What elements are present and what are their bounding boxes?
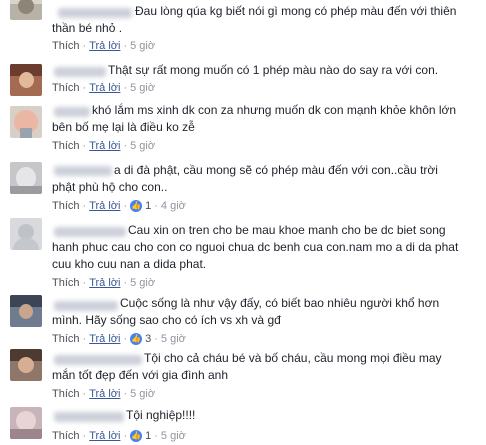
separator-dot: · — [123, 140, 128, 152]
separator-dot: · — [82, 200, 87, 212]
avatar[interactable] — [10, 295, 42, 327]
avatar[interactable] — [10, 106, 42, 138]
thumbs-up-icon: 👍 — [130, 200, 143, 212]
avatar[interactable] — [10, 349, 42, 381]
separator-dot: · — [82, 40, 87, 52]
separator-dot: · — [82, 430, 87, 442]
reply-link[interactable]: Trả lời — [89, 331, 120, 347]
like-link[interactable]: Thích — [52, 80, 80, 96]
comment-text: Tội nghiệp!!!! — [126, 408, 196, 422]
like-link[interactable]: Thích — [52, 386, 80, 402]
reply-link[interactable]: Trả lời — [89, 386, 120, 402]
like-link[interactable]: Thích — [52, 38, 80, 54]
separator-dot: · — [123, 40, 128, 52]
like-link[interactable]: Thích — [52, 275, 80, 291]
comment-actions: Thích · Trả lời · 5 giờ — [52, 138, 155, 154]
comment-time[interactable]: 5 giờ — [161, 428, 186, 444]
separator-dot: · — [82, 82, 87, 94]
like-link[interactable]: Thích — [52, 138, 80, 154]
thumbs-up-icon: 👍 — [130, 333, 143, 345]
avatar[interactable] — [10, 218, 42, 250]
comment-time[interactable]: 5 giờ — [130, 138, 155, 154]
reply-link[interactable]: Trả lời — [89, 198, 120, 214]
separator-dot: · — [123, 277, 128, 289]
comment-text: Thật sự rất mong muốn có 1 phép màu nào … — [108, 63, 439, 77]
like-link[interactable]: Thích — [52, 428, 80, 444]
avatar[interactable] — [10, 64, 42, 96]
comment-time[interactable]: 4 giờ — [161, 198, 186, 214]
reply-link[interactable]: Trả lời — [89, 275, 120, 291]
separator-dot: · — [123, 333, 128, 345]
avatar[interactable] — [10, 407, 42, 439]
comment-item: Tội nghiệp!!!! Thích · Trả lời · 👍 1 · 5 giờ — [0, 405, 486, 445]
comment-text: khó lắm ms xinh dk con za nhưng muốn dk … — [52, 103, 457, 134]
separator-dot: · — [82, 388, 87, 400]
separator-dot: · — [123, 388, 128, 400]
comment-item: Cau xin on tren cho be mau khoe manh cho… — [0, 218, 486, 293]
like-count[interactable]: 1 — [145, 428, 151, 444]
comment-text: Cau xin on tren cho be mau khoe manh cho… — [52, 223, 459, 271]
thumbs-up-icon: 👍 — [130, 430, 143, 442]
like-link[interactable]: Thích — [52, 331, 80, 347]
separator-dot: · — [82, 277, 87, 289]
comment-actions: Thích · Trả lời · 👍 1 · 5 giờ — [52, 428, 186, 444]
comment-time[interactable]: 5 giờ — [130, 275, 155, 291]
separator-dot: · — [82, 333, 87, 345]
comment-item: khó lắm ms xinh dk con za nhưng muốn dk … — [0, 100, 486, 160]
comment-time[interactable]: 5 giờ — [130, 38, 155, 54]
separator-dot: · — [82, 140, 87, 152]
comment-time[interactable]: 5 giờ — [130, 386, 155, 402]
comment-time[interactable]: 5 giờ — [130, 80, 155, 96]
avatar[interactable] — [10, 162, 42, 194]
like-count[interactable]: 3 — [145, 331, 151, 347]
comment-actions: Thích · Trả lời · 👍 1 · 4 giờ — [52, 198, 186, 214]
separator-dot: · — [123, 82, 128, 94]
separator-dot: · — [123, 200, 128, 212]
comment-text: Cuộc sống là như vậy đấy, có biết bao nh… — [52, 296, 440, 327]
comment-text: a di đà phật, cầu mong sẽ có phép màu đế… — [52, 163, 438, 194]
comment-item: Thật sự rất mong muốn có 1 phép màu nào … — [0, 58, 486, 100]
comment-item: a di đà phật, cầu mong sẽ có phép màu đế… — [0, 160, 486, 218]
comment-item: Tội cho cả cháu bé và bố cháu, cầu mong … — [0, 349, 486, 405]
like-link[interactable]: Thích — [52, 198, 80, 214]
like-count[interactable]: 1 — [145, 198, 151, 214]
separator-dot: · — [123, 430, 128, 442]
comment-actions: Thích · Trả lời · 5 giờ — [52, 80, 155, 96]
comment-actions: Thích · Trả lời · 👍 3 · 5 giờ — [52, 331, 186, 347]
comment-item: Đau lòng qúa kg biết nói gì mong có phép… — [0, 0, 486, 58]
comment-text: Đau lòng qúa kg biết nói gì mong có phép… — [52, 4, 457, 35]
separator-dot: · — [154, 333, 158, 345]
separator-dot: · — [154, 430, 158, 442]
comment-actions: Thích · Trả lời · 5 giờ — [52, 38, 155, 54]
avatar[interactable] — [10, 0, 42, 20]
comment-item: Cuộc sống là như vậy đấy, có biết bao nh… — [0, 293, 486, 352]
reply-link[interactable]: Trả lời — [89, 138, 120, 154]
comment-actions: Thích · Trả lời · 5 giờ — [52, 386, 155, 402]
reply-link[interactable]: Trả lời — [89, 428, 120, 444]
comment-actions: Thích · Trả lời · 5 giờ — [52, 275, 155, 291]
comment-text: Tội cho cả cháu bé và bố cháu, cầu mong … — [52, 351, 442, 382]
reply-link[interactable]: Trả lời — [89, 80, 120, 96]
separator-dot: · — [154, 200, 158, 212]
reply-link[interactable]: Trả lời — [89, 38, 120, 54]
comment-time[interactable]: 5 giờ — [161, 331, 186, 347]
